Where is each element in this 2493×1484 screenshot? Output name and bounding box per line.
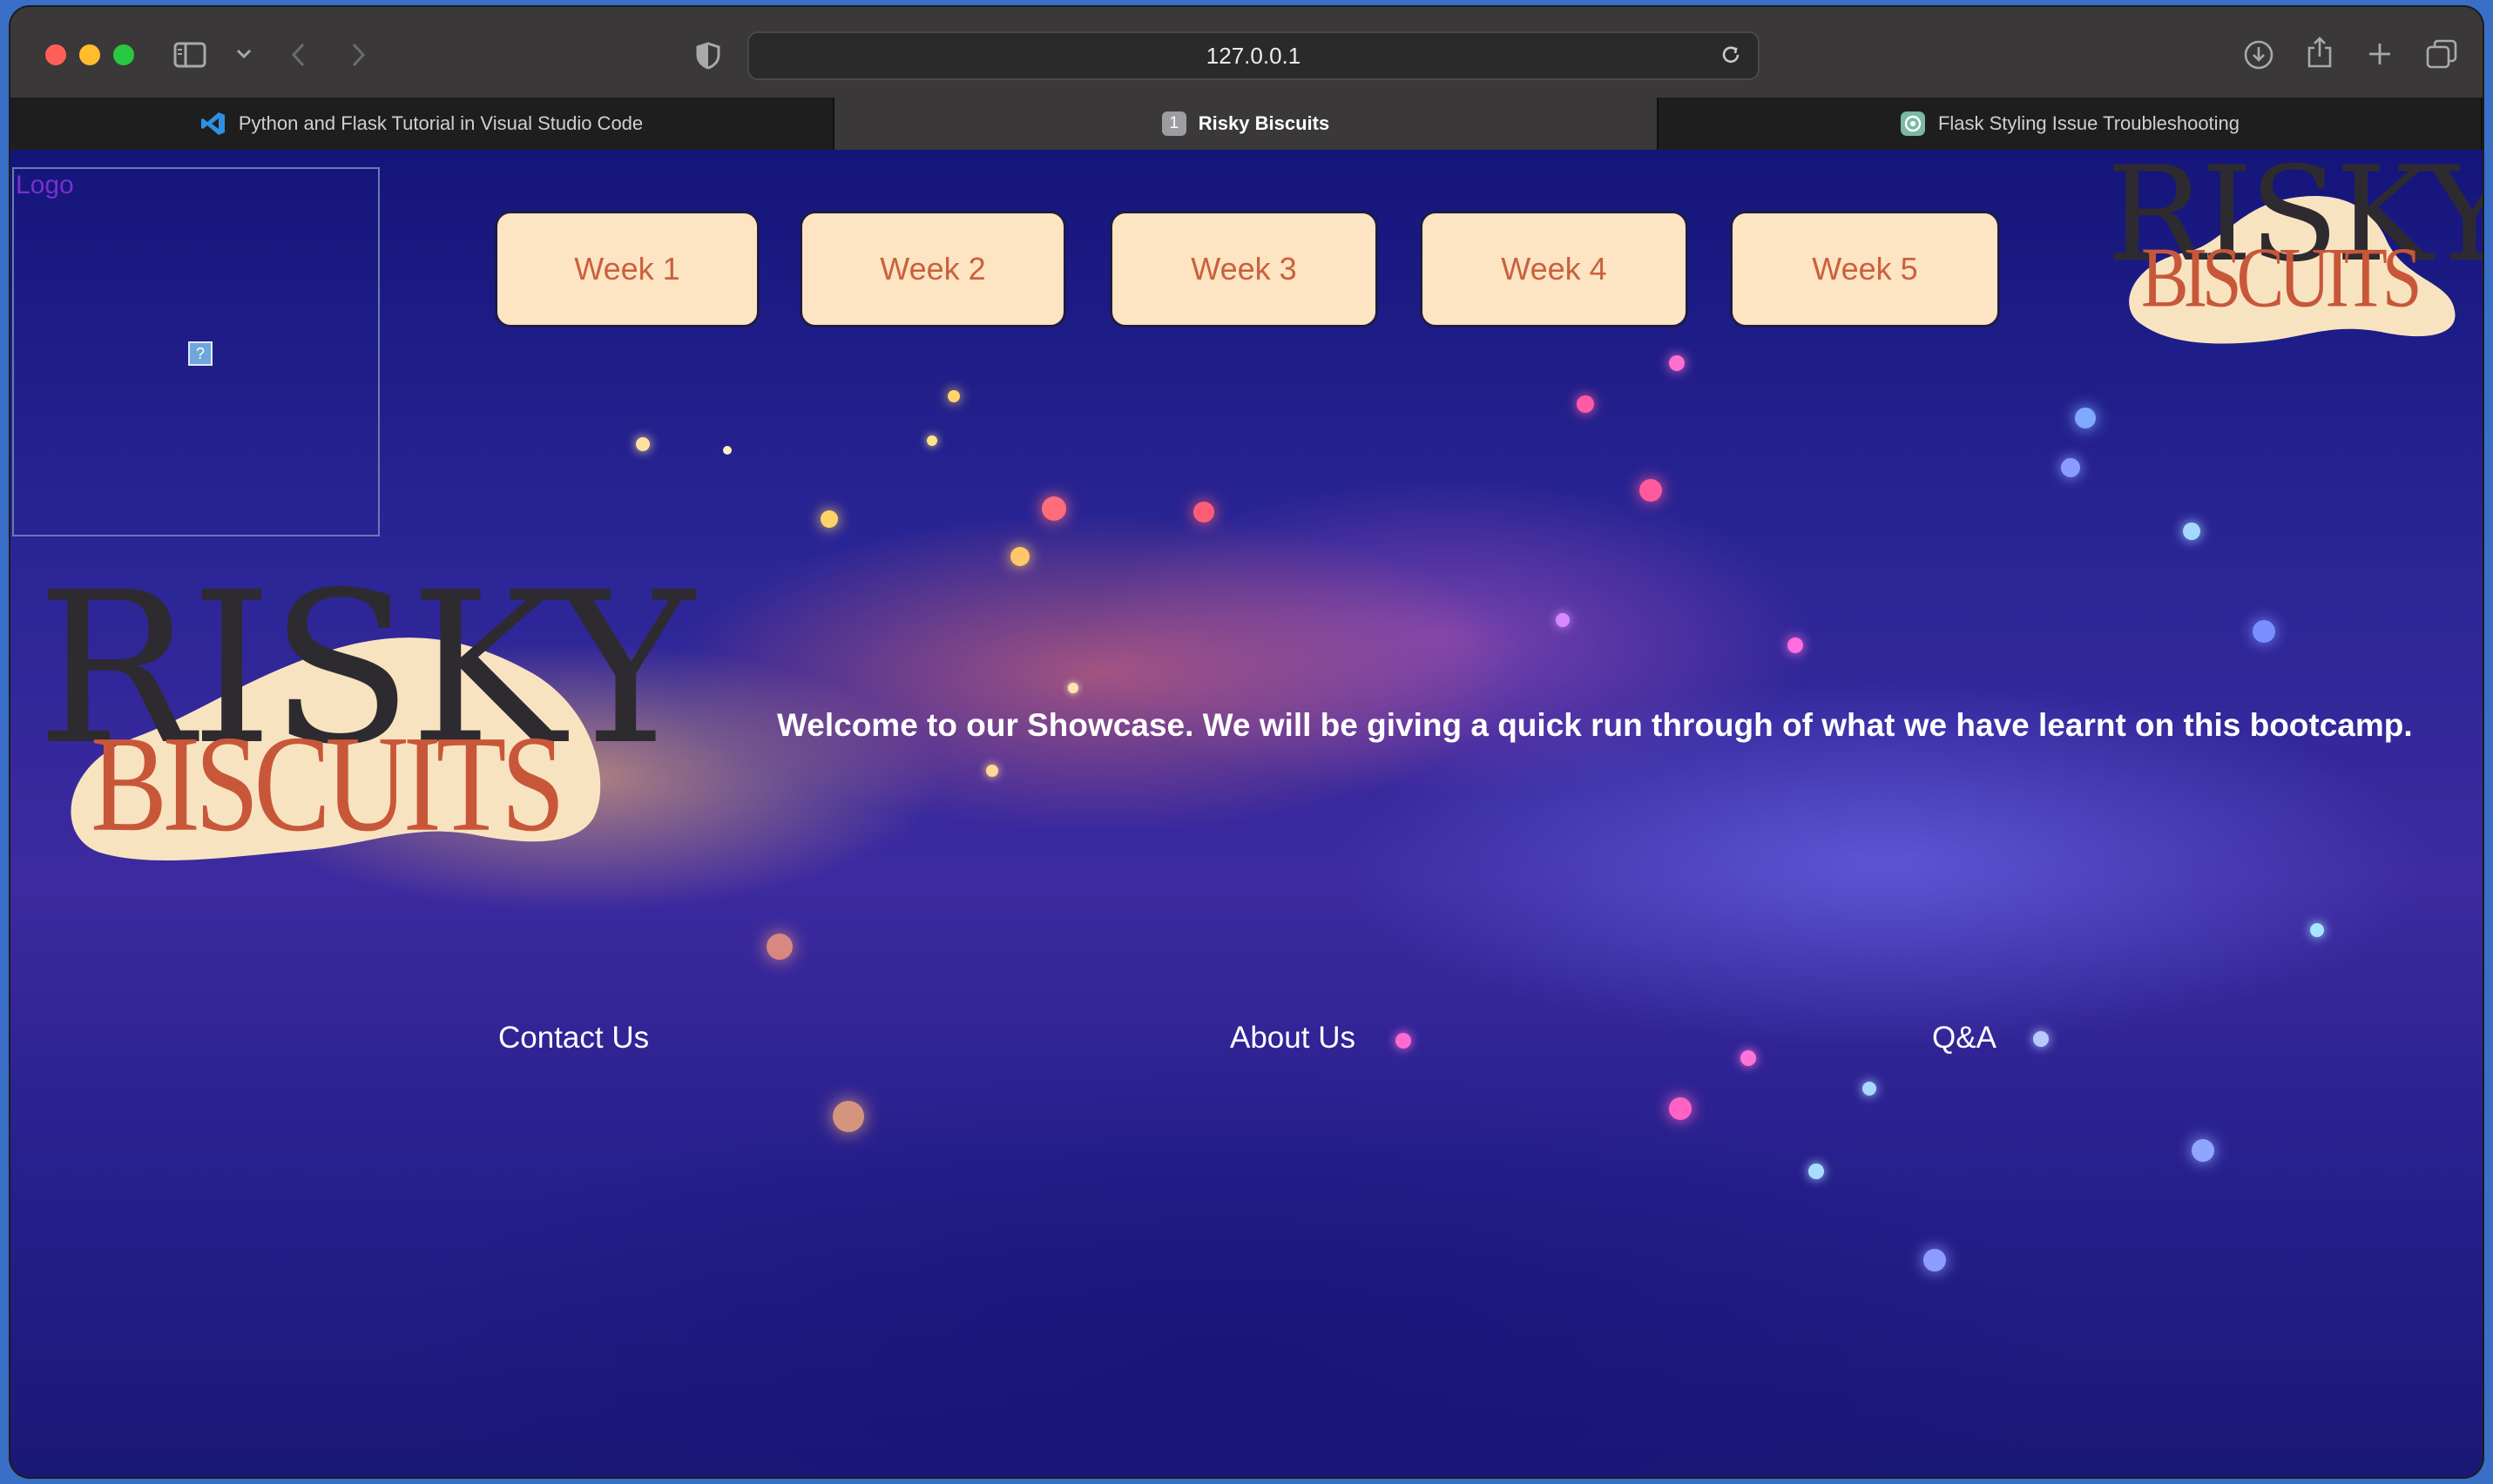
tab-title: Python and Flask Tutorial in Visual Stud…	[238, 112, 644, 134]
chatgpt-icon	[1900, 111, 1926, 137]
browser-toolbar: 127.0.0.1	[10, 7, 2483, 99]
brand-biscuits-text: BISCUITS	[91, 706, 565, 860]
close-window-button[interactable]	[45, 44, 66, 65]
broken-image-icon: ?	[188, 341, 213, 366]
week-2-button[interactable]: Week 2	[800, 211, 1066, 327]
chevron-down-icon[interactable]	[235, 45, 253, 63]
tab-overview-icon[interactable]	[2425, 38, 2458, 70]
week-4-button[interactable]: Week 4	[1420, 211, 1688, 327]
logo-image-placeholder: Logo ?	[12, 167, 380, 536]
brand-logo-large: RISKY BISCUITS	[37, 564, 694, 869]
qa-link[interactable]: Q&A	[1932, 1021, 1996, 1056]
logo-alt-text: Logo	[16, 171, 74, 199]
welcome-message: Welcome to our Showcase. We will be givi…	[777, 707, 2413, 743]
back-icon[interactable]	[286, 42, 312, 68]
brand-biscuits-text: BISCUITS	[2141, 229, 2422, 325]
tab-risky-biscuits[interactable]: 1 Risky Biscuits	[834, 98, 1659, 150]
week-3-button[interactable]: Week 3	[1110, 211, 1378, 327]
tab-vscode-tutorial[interactable]: Python and Flask Tutorial in Visual Stud…	[10, 98, 834, 150]
tab-number-icon: 1	[1161, 111, 1186, 136]
address-bar[interactable]: 127.0.0.1	[747, 31, 1760, 80]
forward-icon[interactable]	[345, 42, 371, 68]
reload-icon[interactable]	[1719, 44, 1742, 72]
downloads-icon[interactable]	[2242, 38, 2275, 71]
tab-title: Flask Styling Issue Troubleshooting	[1937, 112, 2240, 134]
share-icon[interactable]	[2305, 35, 2334, 70]
sidebar-toggle-icon[interactable]	[172, 40, 207, 70]
about-us-link[interactable]: About Us	[1230, 1021, 1355, 1056]
browser-window: 127.0.0.1 Python and Flask Tutorial in V…	[10, 7, 2483, 1477]
week-1-button[interactable]: Week 1	[495, 211, 760, 327]
new-tab-icon[interactable]	[2366, 40, 2394, 68]
tab-title: Risky Biscuits	[1198, 112, 1330, 134]
week-5-button[interactable]: Week 5	[1730, 211, 2000, 327]
tab-bar: Python and Flask Tutorial in Visual Stud…	[10, 98, 2483, 150]
vscode-icon	[200, 111, 226, 137]
address-text: 127.0.0.1	[1206, 42, 1301, 69]
minimize-window-button[interactable]	[79, 44, 100, 65]
brand-logo-small[interactable]: RISKY BISCUITS	[2106, 150, 2483, 350]
maximize-window-button[interactable]	[113, 44, 134, 65]
tab-flask-styling[interactable]: Flask Styling Issue Troubleshooting	[1659, 98, 2483, 150]
page-viewport: Logo ? Week 1 Week 2 Week 3 Week 4 Week …	[10, 150, 2483, 1477]
privacy-shield-icon[interactable]	[693, 40, 723, 71]
contact-us-link[interactable]: Contact Us	[498, 1021, 649, 1056]
